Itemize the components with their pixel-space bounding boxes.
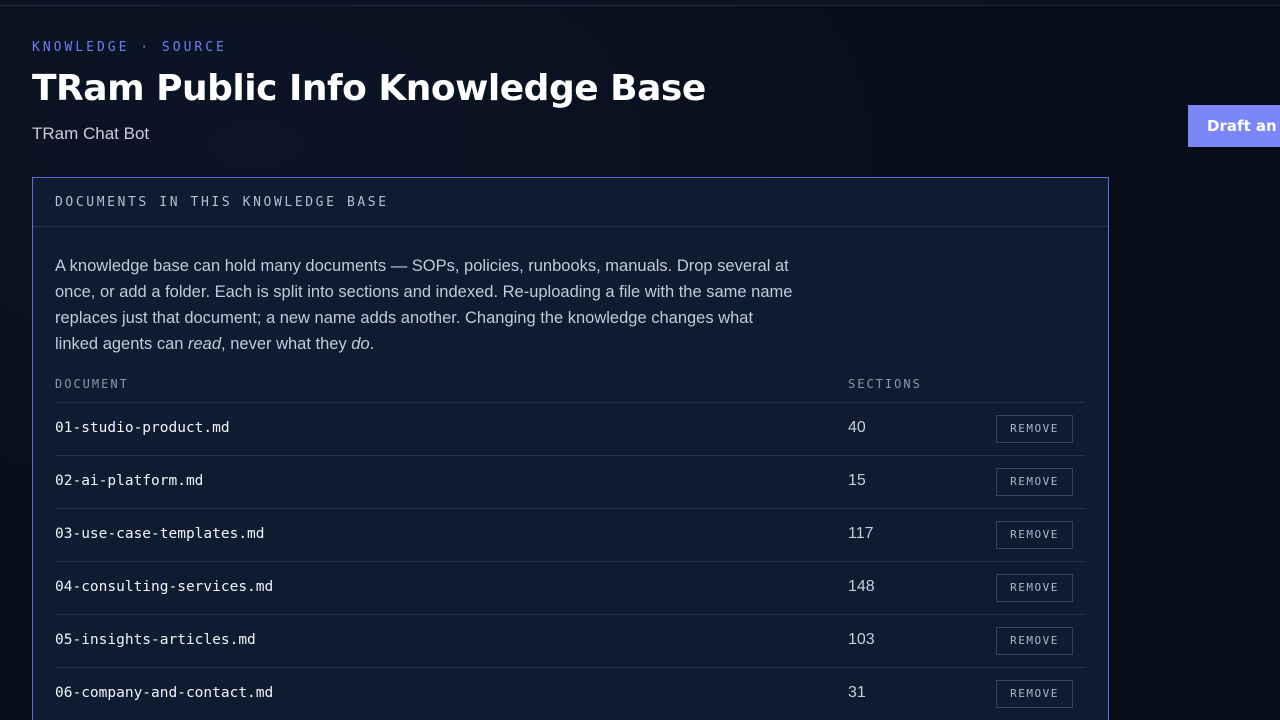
section-count: 40 bbox=[848, 419, 866, 436]
page-title: TRam Public Info Knowledge Base bbox=[32, 68, 706, 109]
section-count: 148 bbox=[848, 578, 875, 595]
knowledge-base-page: KNOWLEDGE · SOURCE TRam Public Info Know… bbox=[0, 0, 1280, 720]
section-count: 117 bbox=[848, 525, 874, 542]
document-name: 01-studio-product.md bbox=[55, 420, 230, 436]
table-row: 04-consulting-services.md 148 REMOVE bbox=[55, 562, 1085, 615]
documents-table-header: DOCUMENT SECTIONS bbox=[55, 374, 1085, 403]
column-header-sections: SECTIONS bbox=[848, 377, 922, 391]
table-row: 02-ai-platform.md 15 REMOVE bbox=[55, 456, 1085, 509]
description-text-3: . bbox=[369, 335, 375, 353]
remove-document-button[interactable]: REMOVE bbox=[996, 574, 1073, 602]
document-name: 03-use-case-templates.md bbox=[55, 526, 265, 542]
table-row: 01-studio-product.md 40 REMOVE bbox=[55, 403, 1085, 456]
column-header-document: DOCUMENT bbox=[55, 377, 129, 391]
remove-document-button[interactable]: REMOVE bbox=[996, 468, 1073, 496]
description-text-2: , never what they bbox=[221, 335, 352, 353]
draft-agent-button[interactable]: Draft an agent bbox=[1188, 105, 1280, 147]
eyebrow-label: KNOWLEDGE · SOURCE bbox=[32, 40, 227, 55]
remove-document-button[interactable]: REMOVE bbox=[996, 521, 1073, 549]
table-row: 06-company-and-contact.md 31 REMOVE bbox=[55, 668, 1085, 720]
page-subtitle: TRam Chat Bot bbox=[32, 124, 150, 143]
remove-document-button[interactable]: REMOVE bbox=[996, 415, 1073, 443]
section-count: 15 bbox=[848, 472, 866, 489]
description-emphasis-do: do bbox=[351, 335, 370, 353]
documents-table-body: 01-studio-product.md 40 REMOVE 02-ai-pla… bbox=[55, 403, 1085, 720]
remove-document-button[interactable]: REMOVE bbox=[996, 680, 1073, 708]
document-name: 04-consulting-services.md bbox=[55, 579, 274, 595]
section-count: 103 bbox=[848, 631, 875, 648]
panel-heading: DOCUMENTS IN THIS KNOWLEDGE BASE bbox=[33, 178, 1108, 227]
description-text-1: A knowledge base can hold many documents… bbox=[55, 257, 793, 353]
description-emphasis-read: read bbox=[188, 335, 222, 353]
documents-panel: DOCUMENTS IN THIS KNOWLEDGE BASE A knowl… bbox=[32, 177, 1109, 720]
panel-description: A knowledge base can hold many documents… bbox=[55, 253, 795, 357]
document-name: 06-company-and-contact.md bbox=[55, 685, 274, 701]
section-count: 31 bbox=[848, 684, 866, 701]
table-row: 03-use-case-templates.md 117 REMOVE bbox=[55, 509, 1085, 562]
document-name: 02-ai-platform.md bbox=[55, 473, 204, 489]
table-row: 05-insights-articles.md 103 REMOVE bbox=[55, 615, 1085, 668]
document-name: 05-insights-articles.md bbox=[55, 632, 256, 648]
remove-document-button[interactable]: REMOVE bbox=[996, 627, 1073, 655]
top-bar bbox=[0, 0, 1280, 6]
